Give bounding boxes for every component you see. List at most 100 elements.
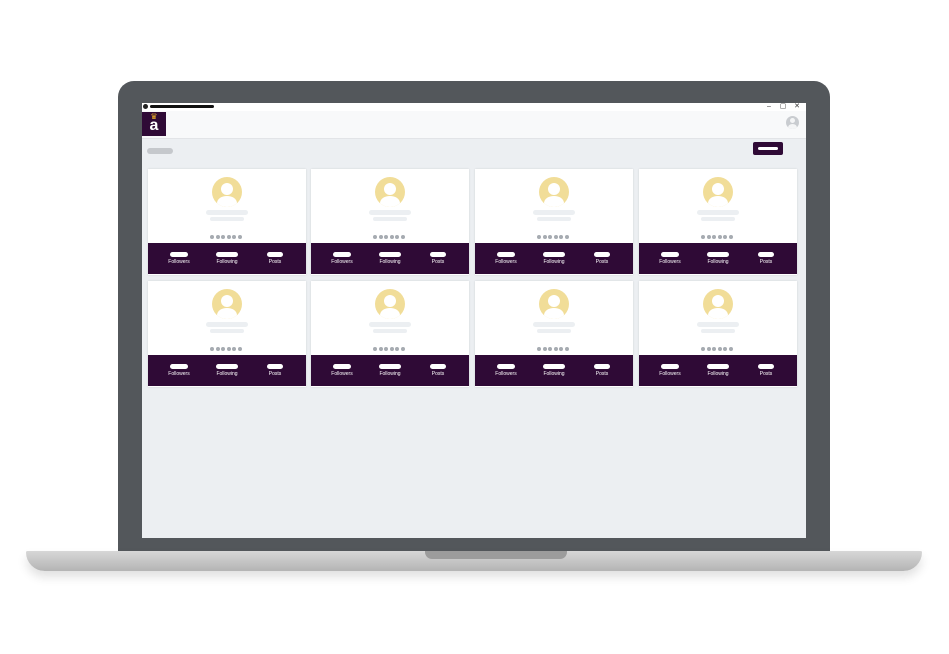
followers-label: Followers — [659, 371, 681, 377]
subtitle-placeholder — [373, 329, 407, 333]
following-stat[interactable]: Following — [364, 243, 416, 274]
brand-logo[interactable]: ♛ a — [142, 112, 166, 136]
maximize-button[interactable]: ▢ — [778, 103, 788, 111]
followers-label: Followers — [168, 371, 190, 377]
following-stat[interactable]: Following — [692, 243, 744, 274]
followers-stat[interactable]: Followers — [644, 355, 696, 386]
followers-label: Followers — [495, 371, 517, 377]
following-label: Following — [707, 259, 729, 265]
avatar-placeholder-icon — [703, 177, 733, 207]
avatar-placeholder-icon — [375, 177, 405, 207]
rating-dots — [701, 347, 741, 352]
following-stat[interactable]: Following — [201, 355, 253, 386]
posts-label: Posts — [595, 371, 609, 377]
close-button[interactable]: ✕ — [792, 103, 802, 111]
laptop-base — [26, 551, 922, 571]
followers-label: Followers — [659, 259, 681, 265]
posts-label: Posts — [595, 259, 609, 265]
followers-label: Followers — [331, 371, 353, 377]
posts-stat[interactable]: Posts — [249, 355, 301, 386]
following-stat[interactable]: Following — [528, 355, 580, 386]
minimize-button[interactable]: – — [764, 103, 774, 111]
followers-label: Followers — [331, 259, 353, 265]
posts-stat[interactable]: Posts — [740, 355, 792, 386]
subtitle-placeholder — [701, 217, 735, 221]
stats-bar: Followers Following Posts — [639, 243, 797, 274]
subtitle-placeholder — [210, 329, 244, 333]
name-placeholder — [697, 210, 739, 215]
following-label: Following — [216, 259, 238, 265]
avatar-placeholder-icon — [539, 177, 569, 207]
following-stat[interactable]: Following — [528, 243, 580, 274]
stats-bar: Followers Following Posts — [311, 243, 469, 274]
rating-dots — [373, 347, 413, 352]
user-card[interactable]: Followers Following Posts — [639, 281, 797, 387]
rating-dots — [701, 235, 741, 240]
rating-dots — [210, 235, 250, 240]
laptop-notch — [425, 551, 567, 559]
posts-stat[interactable]: Posts — [740, 243, 792, 274]
stats-bar: Followers Following Posts — [639, 355, 797, 386]
stats-bar: Followers Following Posts — [475, 243, 633, 274]
avatar-placeholder-icon — [212, 289, 242, 319]
name-placeholder — [206, 210, 248, 215]
stats-bar: Followers Following Posts — [148, 355, 306, 386]
subtitle-placeholder — [210, 217, 244, 221]
page-title-placeholder — [147, 148, 173, 154]
posts-stat[interactable]: Posts — [412, 243, 464, 274]
name-placeholder — [369, 322, 411, 327]
user-card[interactable]: Followers Following Posts — [311, 169, 469, 275]
user-card[interactable]: Followers Following Posts — [639, 169, 797, 275]
posts-label: Posts — [431, 259, 445, 265]
followers-stat[interactable]: Followers — [153, 355, 205, 386]
posts-stat[interactable]: Posts — [412, 355, 464, 386]
avatar-placeholder-icon — [212, 177, 242, 207]
followers-stat[interactable]: Followers — [316, 243, 368, 274]
posts-label: Posts — [268, 371, 282, 377]
followers-stat[interactable]: Followers — [153, 243, 205, 274]
following-label: Following — [379, 259, 401, 265]
following-label: Following — [379, 371, 401, 377]
followers-stat[interactable]: Followers — [316, 355, 368, 386]
posts-label: Posts — [431, 371, 445, 377]
posts-stat[interactable]: Posts — [249, 243, 301, 274]
primary-action-button[interactable] — [753, 142, 783, 155]
posts-label: Posts — [759, 259, 773, 265]
avatar-placeholder-icon — [375, 289, 405, 319]
name-placeholder — [697, 322, 739, 327]
rating-dots — [537, 235, 577, 240]
stats-bar: Followers Following Posts — [475, 355, 633, 386]
posts-stat[interactable]: Posts — [576, 355, 628, 386]
followers-stat[interactable]: Followers — [480, 243, 532, 274]
rating-dots — [210, 347, 250, 352]
app-window-icon — [143, 104, 148, 109]
logo-letter: a — [149, 117, 159, 134]
user-card[interactable]: Followers Following Posts — [148, 169, 306, 275]
app-header: ♛ a — [142, 111, 806, 139]
user-card[interactable]: Followers Following Posts — [475, 169, 633, 275]
subtitle-placeholder — [373, 217, 407, 221]
user-card[interactable]: Followers Following Posts — [311, 281, 469, 387]
posts-stat[interactable]: Posts — [576, 243, 628, 274]
subtitle-placeholder — [537, 329, 571, 333]
stats-bar: Followers Following Posts — [311, 355, 469, 386]
followers-stat[interactable]: Followers — [480, 355, 532, 386]
rating-dots — [373, 235, 413, 240]
subtitle-placeholder — [701, 329, 735, 333]
avatar-placeholder-icon — [539, 289, 569, 319]
following-stat[interactable]: Following — [364, 355, 416, 386]
avatar-placeholder-icon — [703, 289, 733, 319]
following-stat[interactable]: Following — [201, 243, 253, 274]
window-titlebar: – ▢ ✕ — [142, 103, 806, 111]
followers-stat[interactable]: Followers — [644, 243, 696, 274]
name-placeholder — [533, 322, 575, 327]
user-card[interactable]: Followers Following Posts — [475, 281, 633, 387]
rating-dots — [537, 347, 577, 352]
following-stat[interactable]: Following — [692, 355, 744, 386]
following-label: Following — [543, 259, 565, 265]
user-card[interactable]: Followers Following Posts — [148, 281, 306, 387]
following-label: Following — [707, 371, 729, 377]
following-label: Following — [543, 371, 565, 377]
posts-label: Posts — [268, 259, 282, 265]
user-avatar-icon[interactable] — [786, 116, 799, 129]
